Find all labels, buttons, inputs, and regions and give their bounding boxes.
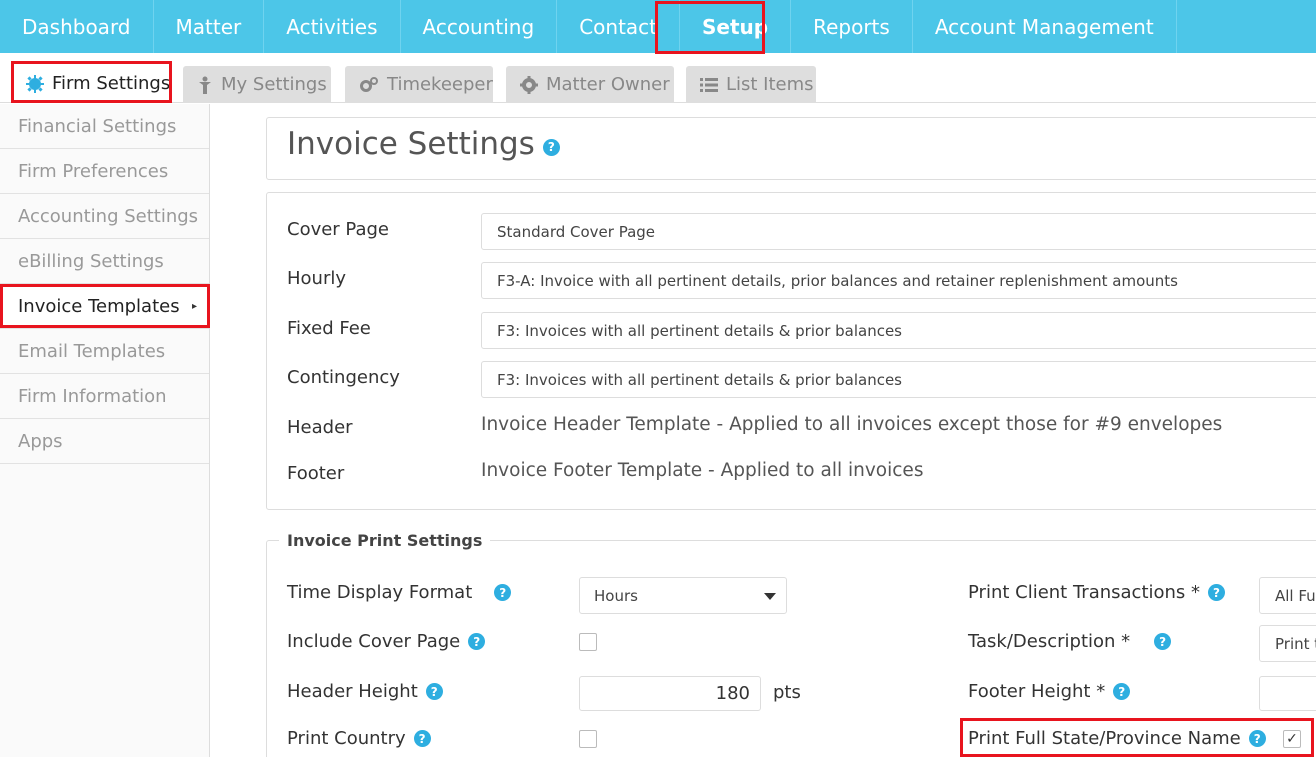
footer-height-label: Footer Height * ? xyxy=(968,681,1131,702)
sidebar-item-invoice-templates-label: Invoice Templates xyxy=(18,295,180,317)
print-full-state-label: Print Full State/Province Name ? xyxy=(968,728,1266,749)
header-template-link[interactable]: Invoice Header Template - Applied to all… xyxy=(481,414,1222,435)
footer-label: Footer xyxy=(287,463,345,484)
hourly-select[interactable]: F3-A: Invoice with all pertinent details… xyxy=(481,262,1316,299)
sidebar-item-financial-settings[interactable]: Financial Settings xyxy=(0,104,209,149)
sidebar-item-ebilling-settings[interactable]: eBilling Settings xyxy=(0,239,209,284)
print-country-checkbox[interactable] xyxy=(579,730,597,748)
nav-setup[interactable]: Setup xyxy=(680,0,792,53)
dropdown-arrow-icon xyxy=(764,593,776,600)
print-client-transactions-label: Print Client Transactions * ? xyxy=(968,582,1226,603)
header-height-text: Header Height xyxy=(287,681,418,702)
cover-page-select[interactable]: Standard Cover Page xyxy=(481,213,1316,250)
help-icon[interactable]: ? xyxy=(1154,633,1172,650)
fixed-fee-select[interactable]: F3: Invoices with all pertinent details … xyxy=(481,312,1316,349)
print-client-transactions-text: Print Client Transactions * xyxy=(968,582,1201,603)
help-icon[interactable]: ? xyxy=(494,584,512,601)
nav-contact[interactable]: Contact xyxy=(557,0,680,53)
header-height-input[interactable] xyxy=(579,676,761,711)
sidebar-item-apps[interactable]: Apps xyxy=(0,419,209,464)
invoice-print-settings-panel: Invoice Print Settings Time Display Form… xyxy=(266,531,1316,757)
settings-tabs: Firm Settings My Settings Timekeeper Mat… xyxy=(0,53,1316,104)
time-display-format-text: Time Display Format xyxy=(287,582,473,603)
page-title-text: Invoice Settings xyxy=(287,126,535,162)
help-icon[interactable]: ? xyxy=(1208,584,1226,601)
help-icon[interactable]: ? xyxy=(413,730,431,747)
sidebar-item-accounting-settings[interactable]: Accounting Settings xyxy=(0,194,209,239)
help-icon[interactable]: ? xyxy=(468,633,486,650)
nav-matter[interactable]: Matter xyxy=(154,0,265,53)
task-description-text: Task/Description * xyxy=(968,631,1131,652)
nav-accounting[interactable]: Accounting xyxy=(401,0,558,53)
cover-page-label: Cover Page xyxy=(287,219,390,240)
top-navigation: Dashboard Matter Activities Accounting C… xyxy=(0,0,1316,53)
time-display-format-select[interactable]: Hours xyxy=(579,577,787,614)
tab-matter-owner-label: Matter Owner xyxy=(546,74,670,95)
footer-height-text: Footer Height * xyxy=(968,681,1106,702)
print-client-transactions-select[interactable]: All Fu xyxy=(1259,577,1316,614)
print-full-state-text: Print Full State/Province Name xyxy=(968,728,1241,749)
sidebar: Financial Settings Firm Preferences Acco… xyxy=(0,104,210,757)
user-icon xyxy=(197,76,213,94)
time-display-format-label: Time Display Format ? xyxy=(287,582,512,603)
check-mark-icon: ✓ xyxy=(1286,731,1298,747)
footer-template-link[interactable]: Invoice Footer Template - Applied to all… xyxy=(481,460,923,481)
tab-my-settings[interactable]: My Settings xyxy=(183,66,331,103)
print-country-text: Print Country xyxy=(287,728,406,749)
sidebar-item-firm-preferences[interactable]: Firm Preferences xyxy=(0,149,209,194)
task-description-select[interactable]: Print t xyxy=(1259,625,1316,662)
include-cover-page-checkbox[interactable] xyxy=(579,633,597,651)
header-height-label: Header Height ? xyxy=(287,681,443,702)
nav-dashboard[interactable]: Dashboard xyxy=(0,0,154,53)
tab-matter-owner[interactable]: Matter Owner xyxy=(506,66,674,103)
fixed-fee-label: Fixed Fee xyxy=(287,318,371,339)
print-settings-legend: Invoice Print Settings xyxy=(279,531,491,550)
caret-right-icon: ▸ xyxy=(191,300,197,312)
help-icon[interactable]: ? xyxy=(1113,683,1131,700)
nav-activities[interactable]: Activities xyxy=(264,0,401,53)
tab-timekeeper[interactable]: Timekeeper xyxy=(345,66,493,103)
contingency-select[interactable]: F3: Invoices with all pertinent details … xyxy=(481,361,1316,398)
contingency-label: Contingency xyxy=(287,367,400,388)
invoice-templates-panel: Cover Page Standard Cover Page Hourly F3… xyxy=(266,192,1316,510)
nav-reports[interactable]: Reports xyxy=(791,0,913,53)
tab-my-settings-label: My Settings xyxy=(221,74,327,95)
tab-list-items[interactable]: List Items xyxy=(686,66,816,103)
task-description-label: Task/Description * ? xyxy=(968,631,1172,652)
page-title: Invoice Settings ? xyxy=(287,126,560,162)
time-display-format-value: Hours xyxy=(594,586,638,605)
sidebar-item-invoice-templates[interactable]: Invoice Templates ▸ xyxy=(0,284,209,329)
footer-height-input[interactable] xyxy=(1259,676,1316,711)
include-cover-page-text: Include Cover Page xyxy=(287,631,461,652)
nav-account-management[interactable]: Account Management xyxy=(913,0,1177,53)
include-cover-page-label: Include Cover Page ? xyxy=(287,631,486,652)
tab-timekeeper-label: Timekeeper xyxy=(387,74,493,95)
tab-list-items-label: List Items xyxy=(726,74,814,95)
help-icon[interactable]: ? xyxy=(425,683,443,700)
header-label: Header xyxy=(287,417,353,438)
tab-firm-settings[interactable]: Firm Settings xyxy=(12,63,171,104)
gear-badge-icon xyxy=(26,74,44,93)
header-height-unit: pts xyxy=(773,682,801,703)
print-country-label: Print Country ? xyxy=(287,728,431,749)
sidebar-item-email-templates[interactable]: Email Templates xyxy=(0,329,209,374)
sidebar-item-firm-information[interactable]: Firm Information xyxy=(0,374,209,419)
tab-firm-settings-label: Firm Settings xyxy=(52,73,171,94)
help-icon[interactable]: ? xyxy=(542,138,560,156)
help-icon[interactable]: ? xyxy=(1248,730,1266,747)
gears-icon xyxy=(359,76,379,94)
print-full-state-checkbox[interactable]: ✓ xyxy=(1283,730,1301,748)
title-panel: Invoice Settings ? xyxy=(266,117,1316,180)
list-icon xyxy=(700,77,718,93)
hourly-label: Hourly xyxy=(287,268,347,289)
gear-icon xyxy=(520,75,538,94)
